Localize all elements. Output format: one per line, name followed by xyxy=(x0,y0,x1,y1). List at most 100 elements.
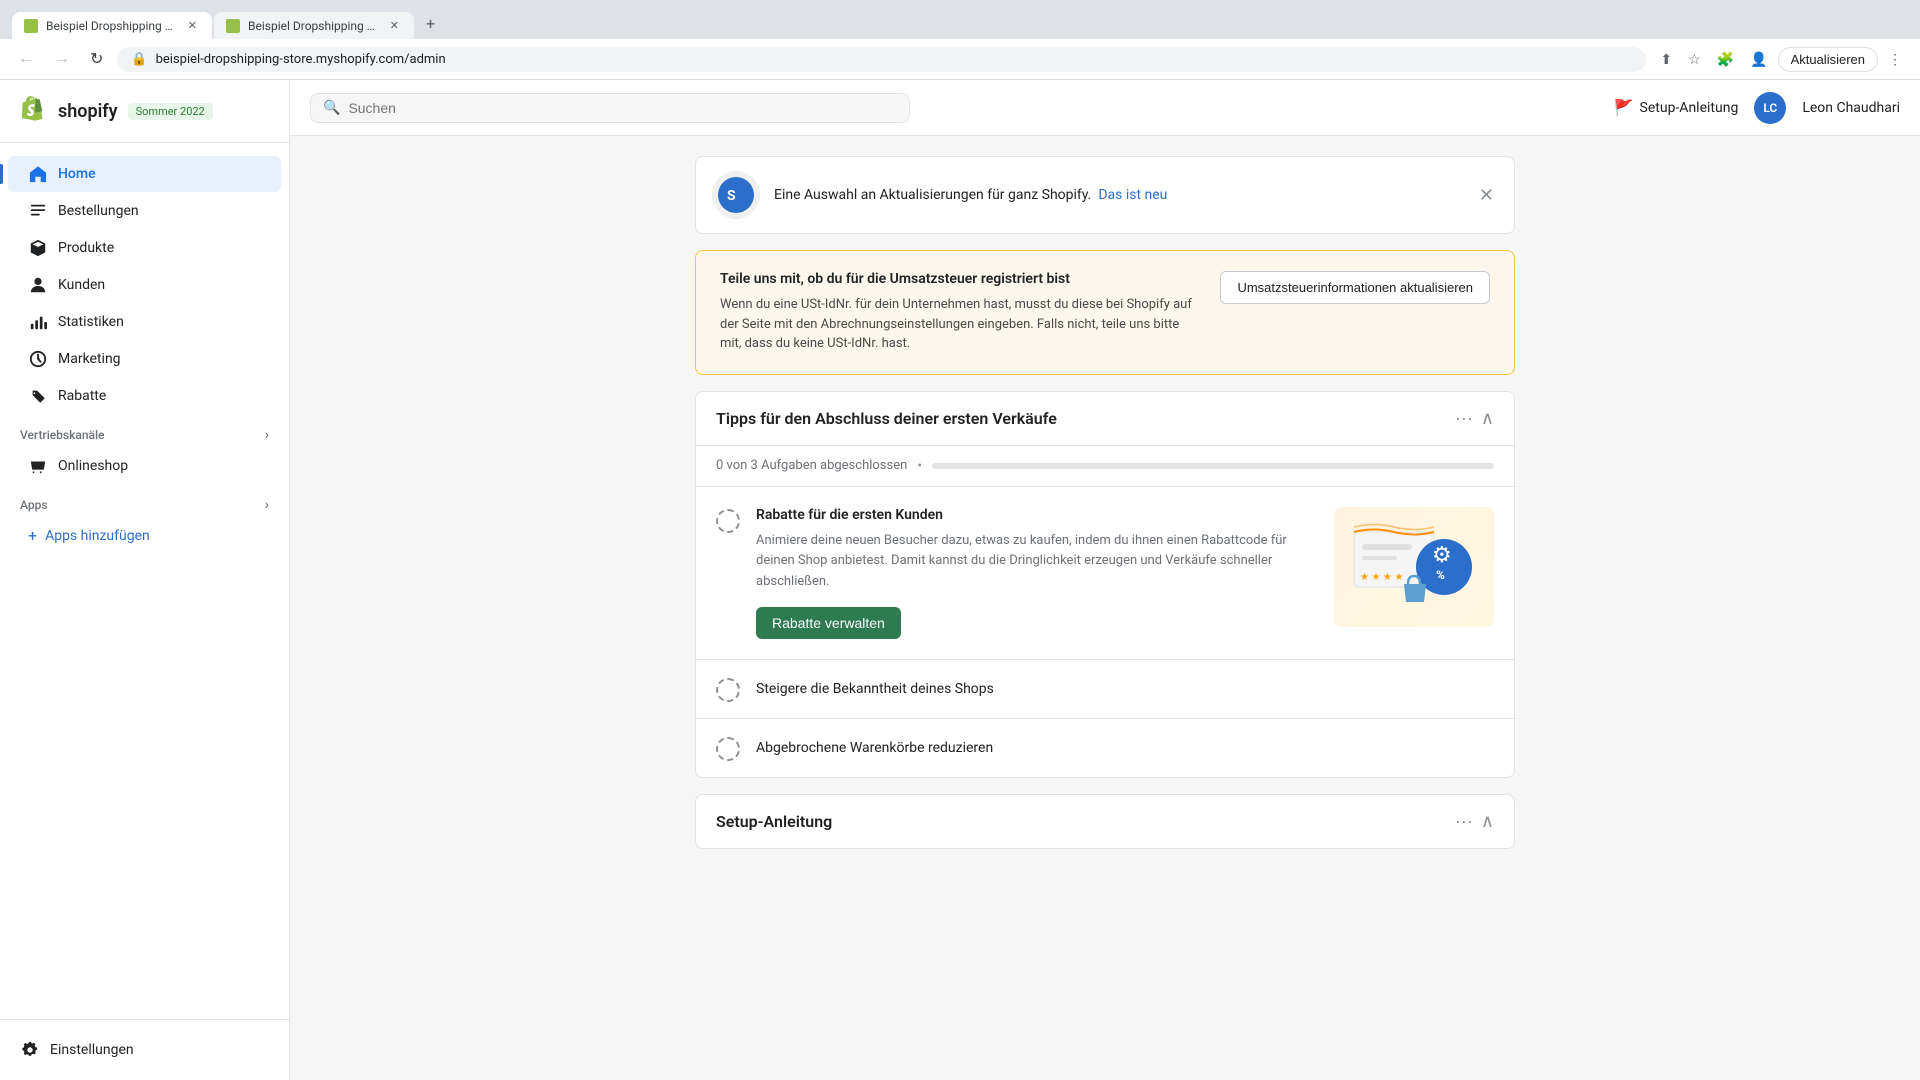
sales-channels-chevron[interactable]: › xyxy=(265,427,269,443)
profile-button[interactable]: 👤 xyxy=(1744,47,1773,72)
tips-menu-button[interactable]: ··· xyxy=(1455,408,1473,429)
tips-action-button-discounts[interactable]: Rabatte verwalten xyxy=(756,607,901,639)
tips-title: Tipps für den Abschluss deiner ersten Ve… xyxy=(716,409,1057,428)
sidebar-header: shopify Sommer 2022 xyxy=(0,80,289,143)
sidebar-item-home-label: Home xyxy=(58,166,96,182)
tips-item-title-carts: Abgebrochene Warenkörbe reduzieren xyxy=(756,740,993,756)
tax-card: Teile uns mit, ob du für die Umsatzsteue… xyxy=(695,250,1515,375)
user-name[interactable]: Leon Chaudhari xyxy=(1802,100,1900,116)
setup-guide-button[interactable]: 🚩 Setup-Anleitung xyxy=(1614,98,1739,117)
tips-item-shop-popularity[interactable]: Steigere die Bekanntheit deines Shops xyxy=(696,660,1514,719)
shopify-wordmark: shopify xyxy=(58,101,118,122)
sidebar-nav: Home Bestellungen Produkte xyxy=(0,143,289,1019)
tab-label-active: Beispiel Dropshipping Store · xyxy=(46,19,177,33)
tips-item-icon-discounts xyxy=(716,509,740,533)
favicon-2 xyxy=(226,19,240,33)
progress-dot: • xyxy=(917,458,922,474)
favicon xyxy=(24,19,38,33)
sidebar-item-home[interactable]: Home xyxy=(8,156,281,192)
home-icon xyxy=(28,164,48,184)
tips-item-desc-discounts: Animiere deine neuen Besucher dazu, etwa… xyxy=(756,531,1318,593)
browser-actions: ⬆ ☆ 🧩 👤 Aktualisieren ⋮ xyxy=(1654,47,1908,72)
update-button[interactable]: Aktualisieren xyxy=(1778,47,1878,72)
tips-item-abandoned-carts[interactable]: Abgebrochene Warenkörbe reduzieren xyxy=(696,719,1514,777)
add-apps-item[interactable]: + Apps hinzufügen xyxy=(8,518,281,553)
setup-header-actions: ··· ∧ xyxy=(1455,811,1494,832)
refresh-button[interactable]: ↻ xyxy=(84,45,109,73)
svg-text:★ ★ ★ ★: ★ ★ ★ ★ xyxy=(1360,572,1403,583)
close-tab-btn[interactable]: ✕ xyxy=(185,18,200,33)
customers-icon xyxy=(28,275,48,295)
sidebar-item-discounts[interactable]: Rabatte xyxy=(8,378,281,414)
search-input[interactable] xyxy=(348,100,897,116)
sales-channels-label: Vertriebskanäle xyxy=(20,428,104,442)
sidebar-item-analytics[interactable]: Statistiken xyxy=(8,304,281,340)
user-avatar: LC xyxy=(1754,92,1786,124)
browser-tab-active[interactable]: Beispiel Dropshipping Store · ✕ xyxy=(12,12,212,39)
add-apps-label: Apps hinzufügen xyxy=(45,528,150,544)
notification-logo: S xyxy=(712,171,760,219)
notification-link[interactable]: Das ist neu xyxy=(1098,187,1167,203)
tips-header: Tipps für den Abschluss deiner ersten Ve… xyxy=(696,392,1514,446)
browser-tabs: Beispiel Dropshipping Store · ✕ Beispiel… xyxy=(12,8,1908,39)
svg-text:S: S xyxy=(727,188,736,204)
main-content: S Eine Auswahl an Aktualisierungen für g… xyxy=(290,136,1920,1080)
notification-close-button[interactable]: ✕ xyxy=(1475,185,1498,206)
products-icon xyxy=(28,238,48,258)
tips-item-icon-carts xyxy=(716,737,740,761)
tips-collapse-button[interactable]: ∧ xyxy=(1481,408,1494,429)
close-tab-btn-2[interactable]: ✕ xyxy=(387,18,402,33)
sidebar-item-products[interactable]: Produkte xyxy=(8,230,281,266)
setup-guide-label: Setup-Anleitung xyxy=(1640,100,1739,116)
sidebar-item-discounts-label: Rabatte xyxy=(58,388,106,404)
apps-section: Apps › xyxy=(0,485,289,517)
tips-item-icon-popularity xyxy=(716,678,740,702)
browser-tab-inactive[interactable]: Beispiel Dropshipping Store ✕ xyxy=(214,12,414,39)
setup-menu-button[interactable]: ··· xyxy=(1455,811,1473,832)
tax-update-button[interactable]: Umsatzsteuerinformationen aktualisieren xyxy=(1220,271,1490,304)
tab-label-inactive: Beispiel Dropshipping Store xyxy=(248,19,379,33)
notification-banner: S Eine Auswahl an Aktualisierungen für g… xyxy=(695,156,1515,234)
marketing-icon xyxy=(28,349,48,369)
search-bar[interactable]: 🔍 xyxy=(310,93,910,123)
lock-icon: 🔒 xyxy=(131,52,147,67)
setup-collapse-button[interactable]: ∧ xyxy=(1481,811,1494,832)
extension-button[interactable]: 🧩 xyxy=(1711,47,1740,72)
svg-text:⚙: ⚙ xyxy=(1432,543,1452,568)
search-icon: 🔍 xyxy=(323,100,340,116)
online-store-icon xyxy=(28,456,48,476)
sales-channels-section: Vertriebskanäle › xyxy=(0,415,289,447)
share-button[interactable]: ⬆ xyxy=(1654,47,1678,72)
forward-button[interactable]: → xyxy=(48,46,76,72)
tips-item-title-discounts: Rabatte für die ersten Kunden xyxy=(756,507,1318,523)
sidebar-item-customers-label: Kunden xyxy=(58,277,105,293)
notification-text: Eine Auswahl an Aktualisierungen für gan… xyxy=(774,187,1461,203)
sidebar-item-customers[interactable]: Kunden xyxy=(8,267,281,303)
settings-item[interactable]: Einstellungen xyxy=(20,1032,269,1068)
sidebar-footer: Einstellungen xyxy=(0,1019,289,1080)
topbar: 🔍 🚩 Setup-Anleitung LC Leon Chaudhari xyxy=(290,80,1920,136)
progress-bar-container xyxy=(932,463,1494,469)
bookmark-button[interactable]: ☆ xyxy=(1682,47,1707,72)
settings-label: Einstellungen xyxy=(50,1042,134,1058)
sidebar-item-marketing-label: Marketing xyxy=(58,351,121,367)
discounts-icon xyxy=(28,386,48,406)
new-tab-button[interactable]: + xyxy=(416,8,445,39)
menu-button[interactable]: ⋮ xyxy=(1882,47,1908,72)
discount-svg: ★ ★ ★ ★ ⚙ % xyxy=(1344,512,1484,622)
apps-chevron[interactable]: › xyxy=(265,497,269,513)
sidebar: shopify Sommer 2022 Home Bestellungen xyxy=(0,80,290,1080)
tips-item-title-popularity: Steigere die Bekanntheit deines Shops xyxy=(756,681,994,697)
topbar-right: 🚩 Setup-Anleitung LC Leon Chaudhari xyxy=(1614,92,1900,124)
setup-card: Setup-Anleitung ··· ∧ xyxy=(695,794,1515,849)
sidebar-item-online-store-label: Onlineshop xyxy=(58,458,128,474)
back-button[interactable]: ← xyxy=(12,46,40,72)
sidebar-item-marketing[interactable]: Marketing xyxy=(8,341,281,377)
sidebar-item-orders[interactable]: Bestellungen xyxy=(8,193,281,229)
sidebar-item-online-store[interactable]: Onlineshop xyxy=(8,448,281,484)
apps-label: Apps xyxy=(20,498,48,512)
setup-header: Setup-Anleitung ··· ∧ xyxy=(696,795,1514,848)
browser-toolbar: ← → ↻ 🔒 beispiel-dropshipping-store.mysh… xyxy=(0,39,1920,80)
tips-header-actions: ··· ∧ xyxy=(1455,408,1494,429)
tips-progress: 0 von 3 Aufgaben abgeschlossen • xyxy=(696,446,1514,487)
